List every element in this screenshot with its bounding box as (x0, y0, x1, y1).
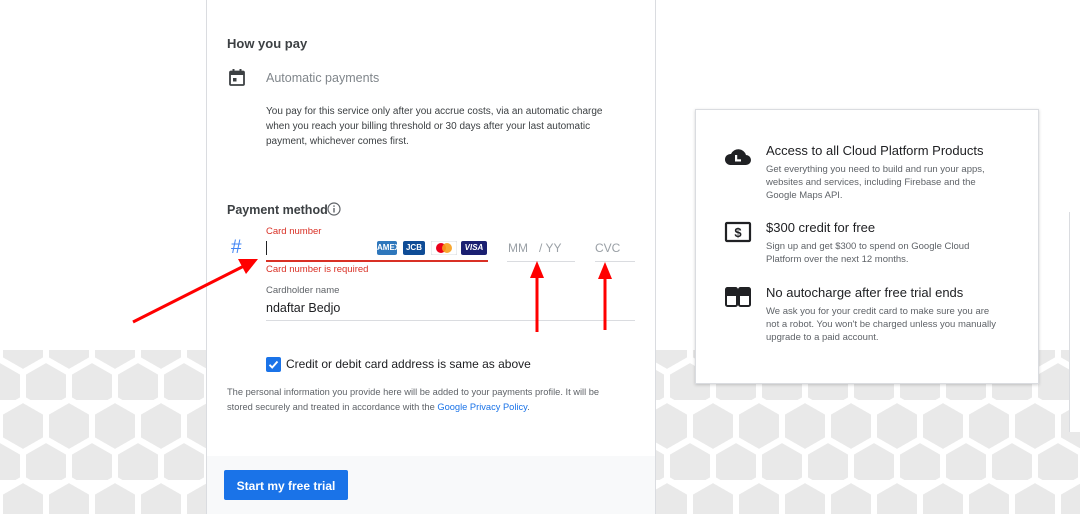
text-cursor (266, 241, 267, 255)
svg-text:$: $ (734, 225, 742, 240)
card-number-label: Card number (266, 226, 322, 237)
same-address-checkbox[interactable] (266, 357, 281, 372)
benefit-title: No autocharge after free trial ends (766, 285, 964, 300)
same-address-label[interactable]: Credit or debit card address is same as … (286, 357, 531, 371)
form-footer: Start my free trial (207, 456, 655, 514)
cvc-placeholder: CVC (595, 241, 621, 255)
card-number-error: Card number is required (266, 264, 369, 275)
mastercard-icon (431, 241, 457, 255)
expiry-input[interactable]: MM / YY (507, 238, 575, 262)
cvc-underline (595, 261, 635, 262)
benefits-card: Access to all Cloud Platform Products Ge… (695, 109, 1039, 384)
benefit-title: Access to all Cloud Platform Products (766, 143, 984, 158)
payment-method-title: Payment method (227, 203, 328, 217)
benefit-description: We ask you for your credit card to make … (766, 306, 996, 343)
cardholder-underline (266, 320, 635, 321)
cloud-icon (724, 149, 751, 165)
expiry-year-placeholder: / YY (539, 241, 562, 255)
how-you-pay-title: How you pay (227, 36, 308, 51)
jcb-icon: JCB (403, 241, 425, 255)
dollar-icon: $ (724, 221, 752, 243)
benefit-description: Sign up and get $300 to spend on Google … (766, 241, 970, 265)
privacy-policy-link[interactable]: Google Privacy Policy (437, 402, 527, 412)
scroll-panel-edge (1069, 212, 1080, 432)
benefit-description: Get everything you need to build and run… (766, 164, 985, 201)
amex-icon: AMEX (377, 241, 400, 255)
cvc-input[interactable]: CVC (595, 238, 635, 262)
visa-icon: VISA (461, 241, 487, 255)
expiry-month-placeholder: MM (508, 241, 528, 255)
cardholder-name-input[interactable]: ndaftar Bedjo (266, 298, 635, 321)
no-charge-icon (725, 287, 751, 307)
benefit-title: $300 credit for free (766, 220, 876, 235)
start-free-trial-button[interactable]: Start my free trial (224, 470, 348, 500)
card-hash-icon: # (231, 237, 242, 258)
privacy-notice: The personal information you provide her… (227, 387, 600, 412)
calendar-icon (229, 69, 245, 86)
cardholder-name-label: Cardholder name (266, 285, 340, 296)
info-icon[interactable] (327, 202, 341, 216)
automatic-payments-label: Automatic payments (266, 71, 380, 85)
billing-form-card: How you pay Automatic payments You pay f… (206, 0, 656, 514)
how-you-pay-description: You pay for this service only after you … (266, 106, 603, 147)
expiry-underline (507, 261, 575, 262)
cardholder-name-value: ndaftar Bedjo (266, 301, 341, 315)
